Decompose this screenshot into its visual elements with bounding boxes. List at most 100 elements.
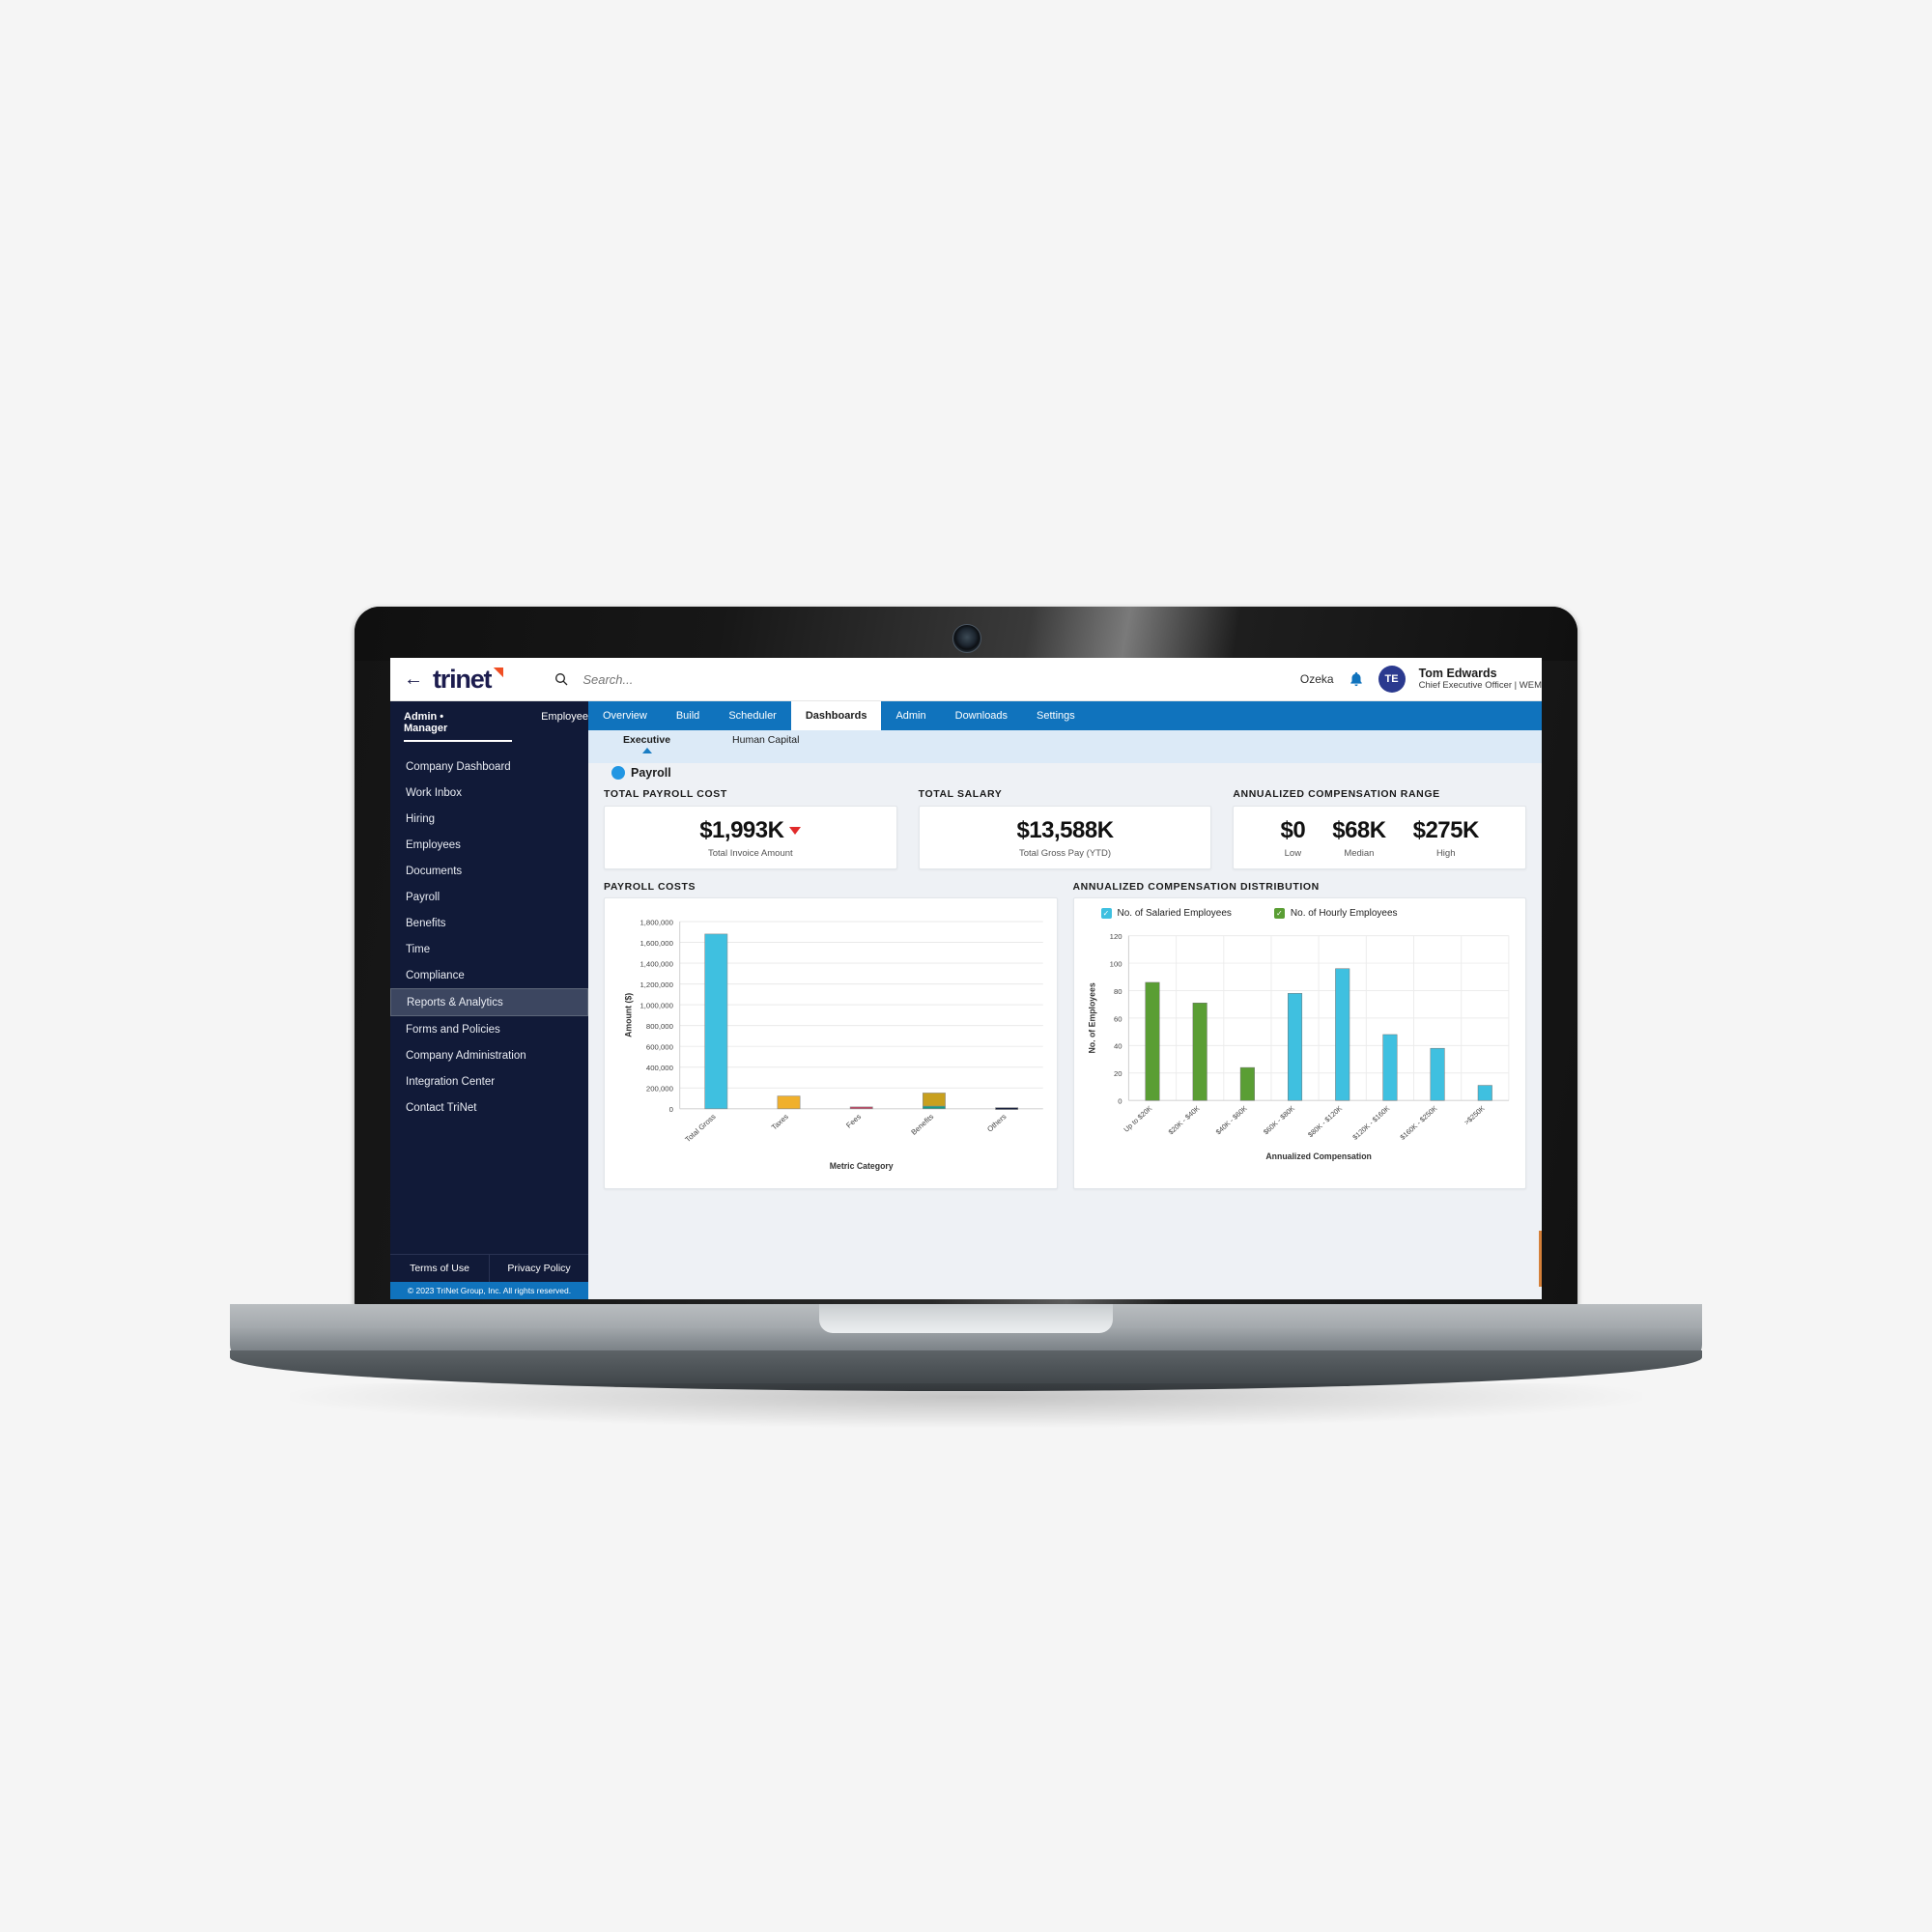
chart-card[interactable]: 0 200,000 400,000 600,000 800,000 1,000,000 1,… <box>604 897 1058 1189</box>
svg-text:Metric Category: Metric Category <box>830 1161 894 1171</box>
svg-text:$80K - $120K: $80K - $120K <box>1306 1104 1344 1139</box>
legend-label: No. of Hourly Employees <box>1290 908 1398 919</box>
legend-item-hourly[interactable]: ✓ No. of Hourly Employees <box>1273 908 1398 919</box>
laptop-mockup: ← trinet Ozeka <box>0 0 1932 1932</box>
kpi-value: $68K <box>1332 816 1386 843</box>
sidebar-item-integration-center[interactable]: Integration Center <box>390 1068 588 1094</box>
role-tab-admin-manager[interactable]: Admin • Manager <box>404 711 513 742</box>
chart-card[interactable]: ✓ No. of Salaried Employees ✓ No. of Hou… <box>1072 897 1526 1189</box>
subtab-executive[interactable]: Executive <box>623 734 670 753</box>
secondary-nav: Executive Human Capital <box>588 730 1542 763</box>
svg-text:20: 20 <box>1113 1069 1122 1078</box>
sidebar-item-company-administration[interactable]: Company Administration <box>390 1042 588 1068</box>
svg-text:1,600,000: 1,600,000 <box>639 939 672 948</box>
kpi-card[interactable]: $1,993K Total Invoice Amount <box>604 806 897 869</box>
payroll-costs-plot[interactable]: 0 200,000 400,000 600,000 800,000 1,000,000 1,… <box>611 906 1051 1179</box>
tab-downloads[interactable]: Downloads <box>941 701 1022 730</box>
kpi-card[interactable]: $0 Low $68K Median $275K High <box>1233 806 1527 869</box>
legend-item-salaried[interactable]: ✓ No. of Salaried Employees <box>1100 908 1232 919</box>
kpi-value: $13,588K <box>1016 816 1114 843</box>
sidebar-item-benefits[interactable]: Benefits <box>390 910 588 936</box>
avatar-initials: TE <box>1384 673 1399 685</box>
org-name[interactable]: Ozeka <box>1300 672 1334 686</box>
avatar[interactable]: TE <box>1378 666 1406 693</box>
sidebar-item-work-inbox[interactable]: Work Inbox <box>390 780 588 806</box>
kpi-value-row: $13,588K <box>1016 816 1114 844</box>
chart-legend: ✓ No. of Salaried Employees ✓ No. of Hou… <box>1080 906 1520 923</box>
kpi-high: $275K High <box>1412 816 1480 859</box>
kpi-low: $0 Low <box>1281 817 1306 859</box>
svg-text:40: 40 <box>1113 1042 1122 1051</box>
bell-icon[interactable] <box>1348 669 1365 689</box>
svg-text:0: 0 <box>1118 1097 1122 1106</box>
sidebar-item-contact-trinet[interactable]: Contact TriNet <box>390 1094 588 1121</box>
search-input[interactable] <box>581 670 991 688</box>
svg-text:>$250K: >$250K <box>1462 1104 1486 1127</box>
sidebar-footer-links: Terms of Use Privacy Policy <box>390 1254 588 1282</box>
tab-admin[interactable]: Admin <box>881 701 940 730</box>
sidebar-item-company-dashboard[interactable]: Company Dashboard <box>390 753 588 780</box>
user-role: Chief Executive Officer | WEM <box>1418 679 1542 691</box>
checkbox-hourly[interactable]: ✓ <box>1273 908 1285 919</box>
trend-down-icon <box>789 826 802 835</box>
tab-build[interactable]: Build <box>662 701 714 730</box>
privacy-policy-link[interactable]: Privacy Policy <box>490 1255 588 1282</box>
sidebar-item-reports-analytics[interactable]: Reports & Analytics <box>390 988 588 1016</box>
sidebar-item-payroll[interactable]: Payroll <box>390 884 588 910</box>
kpi-caption: Median <box>1344 847 1375 859</box>
back-arrow-icon[interactable]: ← <box>404 669 423 689</box>
caret-up-icon <box>641 748 652 753</box>
charts-row: PAYROLL COSTS 0 200,000 400,000 600,000 800,… <box>604 881 1526 1189</box>
svg-text:120: 120 <box>1109 932 1122 941</box>
svg-text:1,400,000: 1,400,000 <box>639 959 672 968</box>
sidebar-item-compliance[interactable]: Compliance <box>390 962 588 988</box>
search-icon <box>555 673 568 686</box>
logo-tick-icon <box>493 667 504 678</box>
sidebar-role-tabs: Admin • Manager Employee <box>390 701 588 742</box>
sidebar-nav: Company Dashboard Work Inbox Hiring Empl… <box>390 753 588 1254</box>
screenshot-stage: ← trinet Ozeka <box>0 0 1932 1932</box>
svg-text:Annualized Compensation: Annualized Compensation <box>1265 1151 1371 1161</box>
tab-scheduler[interactable]: Scheduler <box>714 701 791 730</box>
subtab-human-capital[interactable]: Human Capital <box>732 734 799 746</box>
checkbox-salaried[interactable]: ✓ <box>1100 908 1112 919</box>
svg-text:$60K - $80K: $60K - $80K <box>1261 1104 1295 1137</box>
svg-text:400,000: 400,000 <box>646 1064 673 1072</box>
user-block[interactable]: Tom Edwards Chief Executive Officer | WE… <box>1419 667 1542 691</box>
sidebar: Admin • Manager Employee Company Dashboa… <box>390 701 588 1299</box>
kpi-caption: Total Gross Pay (YTD) <box>1018 847 1112 859</box>
kpi-value: $1,993K <box>699 816 784 843</box>
kpi-caption: Total Invoice Amount <box>708 847 793 859</box>
svg-text:Total Gross: Total Gross <box>684 1112 718 1144</box>
kpi-value: $275K <box>1412 816 1480 843</box>
search-area[interactable] <box>554 670 1300 688</box>
sidebar-item-forms-and-policies[interactable]: Forms and Policies <box>390 1016 588 1042</box>
tab-dashboards[interactable]: Dashboards <box>790 701 882 730</box>
trinet-logo[interactable]: trinet <box>433 666 504 693</box>
role-tab-employee[interactable]: Employee <box>541 711 588 742</box>
kpi-row: TOTAL PAYROLL COST $1,993K Total Invoice… <box>604 788 1527 869</box>
kpi-triple: $0 Low $68K Median $275K High <box>1281 816 1480 859</box>
kpi-value-row: $1,993K <box>699 816 802 844</box>
sidebar-item-time[interactable]: Time <box>390 936 588 962</box>
laptop-trackpad-notch <box>819 1304 1113 1333</box>
svg-text:Up to $20K: Up to $20K <box>1122 1104 1153 1134</box>
svg-text:0: 0 <box>669 1105 673 1114</box>
main-panel: Overview Build Scheduler Dashboards Admi… <box>588 701 1542 1299</box>
compensation-distribution-plot[interactable]: 0 20 40 60 80 100 120 Up to $20K $20K - $40K $40K… <box>1080 923 1520 1169</box>
kpi-card[interactable]: $13,588K Total Gross Pay (YTD) <box>918 806 1212 869</box>
svg-text:1,000,000: 1,000,000 <box>639 1002 672 1010</box>
sidebar-item-hiring[interactable]: Hiring <box>390 806 588 832</box>
tab-overview[interactable]: Overview <box>588 701 662 730</box>
sidebar-item-documents[interactable]: Documents <box>390 858 588 884</box>
tab-settings[interactable]: Settings <box>1022 701 1090 730</box>
svg-text:1,200,000: 1,200,000 <box>639 980 672 989</box>
svg-text:200,000: 200,000 <box>646 1085 673 1094</box>
sidebar-item-employees[interactable]: Employees <box>390 832 588 858</box>
copyright-text: © 2023 TriNet Group, Inc. All rights res… <box>390 1282 588 1299</box>
terms-of-use-link[interactable]: Terms of Use <box>390 1255 490 1282</box>
kpi-label: TOTAL PAYROLL COST <box>604 788 727 800</box>
primary-nav: Overview Build Scheduler Dashboards Admi… <box>588 701 1542 730</box>
app-body: Admin • Manager Employee Company Dashboa… <box>390 701 1542 1299</box>
section-title: Payroll <box>631 766 671 780</box>
